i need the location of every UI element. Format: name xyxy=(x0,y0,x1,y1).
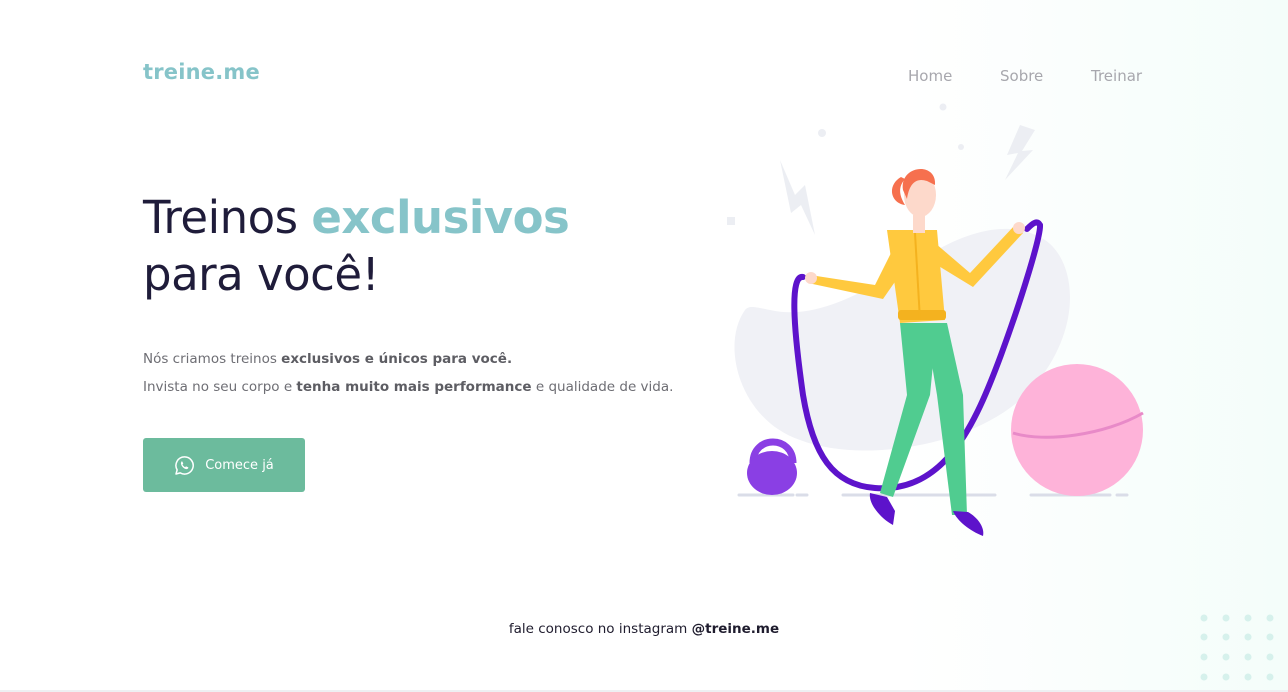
exercise-ball xyxy=(1011,364,1144,496)
hero-description-line2: Invista no seu corpo e tenha muito mais … xyxy=(143,373,673,401)
nav-home-link[interactable]: Home xyxy=(908,67,952,85)
main-nav: Home Sobre Treinar xyxy=(0,67,1288,91)
nav-sobre-link[interactable]: Sobre xyxy=(1000,67,1043,85)
nav-treinar-link[interactable]: Treinar xyxy=(1091,67,1142,85)
fitness-illustration xyxy=(727,103,1144,536)
hero-title-accent: exclusivos xyxy=(311,191,570,244)
desc-line2-text-c: e qualidade de vida. xyxy=(531,379,674,395)
sparkle-dot xyxy=(818,129,826,137)
sparkle-dot xyxy=(958,144,964,150)
instagram-handle-link[interactable]: @treine.me xyxy=(692,621,780,637)
hero-title: Treinos exclusivos para você! xyxy=(143,189,570,303)
desc-line1-bold: exclusivos e únicos para você. xyxy=(281,351,513,367)
desc-line2-bold: tenha muito mais performance xyxy=(296,379,532,395)
whatsapp-icon xyxy=(175,455,195,475)
hero-description-line1: Nós criamos treinos exclusivos e únicos … xyxy=(143,345,673,373)
desc-line1-text: Nós criamos treinos xyxy=(143,351,282,367)
comece-ja-label: Comece já xyxy=(205,457,274,473)
footer: fale conosco no instagram @treine.me xyxy=(0,621,1288,637)
decorative-dots xyxy=(1200,614,1274,681)
hero-title-line2: para você! xyxy=(143,248,380,301)
sparkle-square xyxy=(727,217,735,225)
hero-title-part1: Treinos xyxy=(143,191,312,244)
kettlebell xyxy=(747,438,797,495)
desc-line2-text-a: Invista no seu corpo e xyxy=(143,379,297,395)
footer-text: fale conosco no instagram xyxy=(508,621,692,637)
lightning-bolt-right xyxy=(1005,125,1035,180)
comece-ja-button[interactable]: Comece já xyxy=(143,438,305,492)
hero-description: Nós criamos treinos exclusivos e únicos … xyxy=(143,345,673,401)
sparkle-dot xyxy=(939,103,947,111)
lightning-bolt-left xyxy=(780,160,815,235)
